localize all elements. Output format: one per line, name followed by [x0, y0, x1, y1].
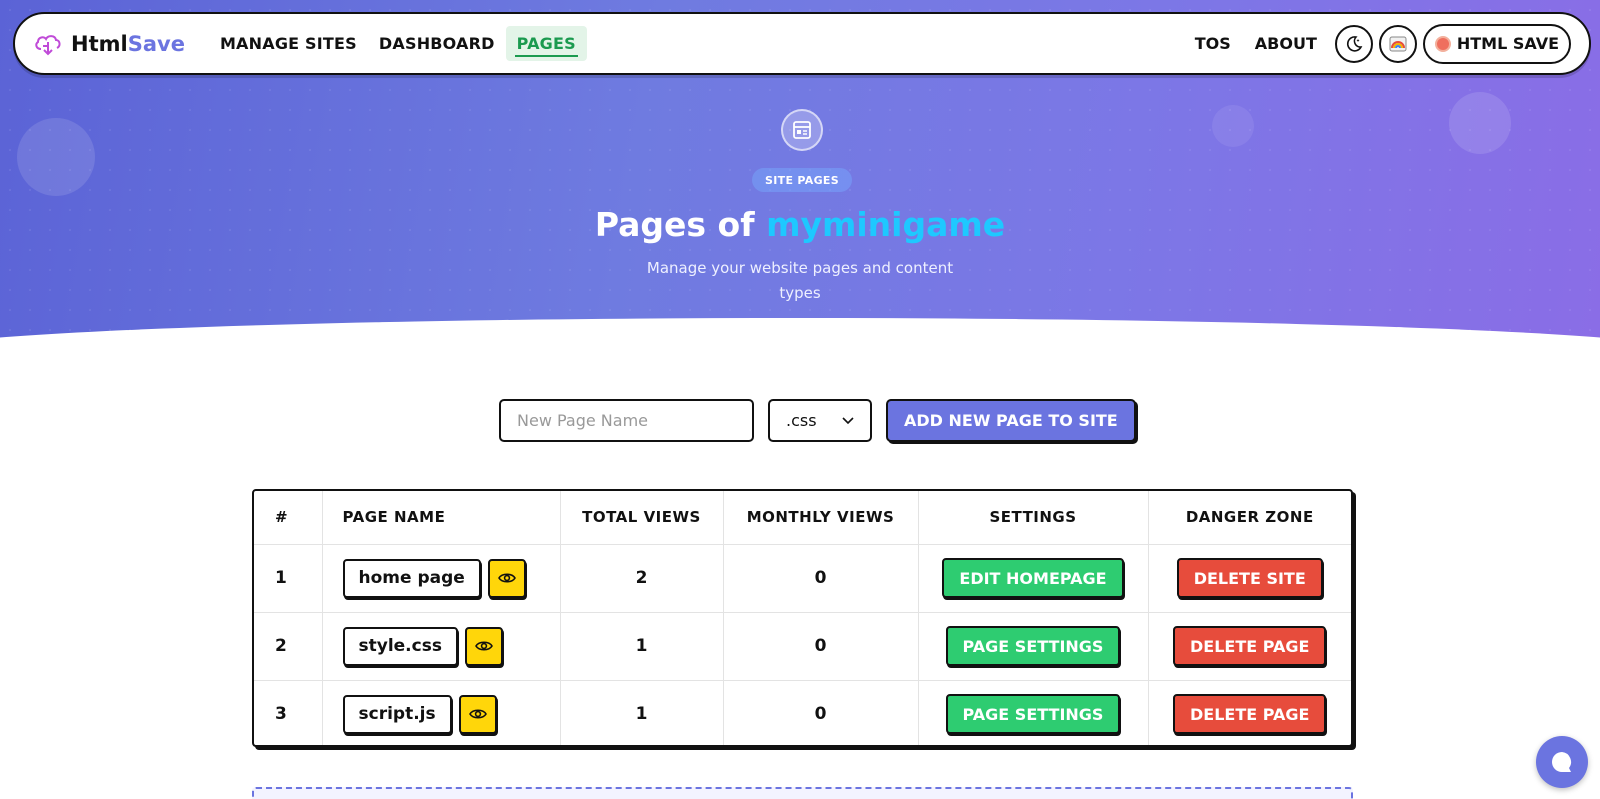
nav-tos[interactable]: TOS: [1183, 26, 1243, 61]
page-icon: [781, 109, 823, 151]
avatar: [1434, 35, 1451, 52]
row-number: 2: [254, 612, 323, 681]
cloud-icon: [33, 29, 63, 59]
table-row: 1 home page 2 0 EDIT HOMEPAGE DELETE SIT…: [254, 544, 1351, 613]
total-views: 2: [560, 544, 724, 613]
delete-page-button[interactable]: DELETE PAGE: [1173, 626, 1327, 666]
table-row: 3 script.js 1 0 PAGE SETTINGS DELETE PAG…: [254, 680, 1351, 745]
page-type-value: .css: [786, 411, 817, 430]
add-page-form: New Page Name .css ADD NEW PAGE TO SITE: [499, 399, 1136, 442]
eye-icon: [475, 641, 493, 651]
moon-icon: [1346, 35, 1363, 52]
account-button[interactable]: HTML SAVE: [1422, 23, 1571, 64]
site-pages-badge: SITE PAGES: [752, 168, 852, 192]
hero-curve: [0, 318, 1600, 350]
col-danger-zone: DANGER ZONE: [1148, 491, 1351, 545]
page-settings-button[interactable]: PAGE SETTINGS: [945, 626, 1121, 666]
decor-bubble: [1449, 92, 1511, 154]
col-page-name: PAGE NAME: [322, 491, 561, 545]
rainbow-icon: [1389, 36, 1407, 51]
decor-bubble: [17, 118, 95, 196]
view-page-button[interactable]: [458, 694, 497, 734]
monthly-views: 0: [723, 680, 919, 745]
nav-manage-sites[interactable]: MANAGE SITES: [209, 26, 368, 61]
new-page-name-input[interactable]: New Page Name: [499, 399, 754, 442]
palette-button[interactable]: [1378, 24, 1417, 63]
site-name: myminigame: [766, 205, 1006, 244]
add-page-button[interactable]: ADD NEW PAGE TO SITE: [886, 399, 1136, 442]
chat-button[interactable]: [1536, 736, 1588, 788]
table-row: 2 style.css 1 0 PAGE SETTINGS DELETE PAG…: [254, 612, 1351, 681]
col-total-views: TOTAL VIEWS: [560, 491, 724, 545]
monthly-views: 0: [723, 544, 919, 613]
monthly-views: 0: [723, 612, 919, 681]
chat-icon: [1552, 752, 1572, 772]
edit-homepage-button[interactable]: EDIT HOMEPAGE: [942, 558, 1124, 598]
delete-page-button[interactable]: DELETE PAGE: [1173, 694, 1327, 735]
theme-toggle-button[interactable]: [1334, 24, 1373, 63]
nav-pages[interactable]: PAGES: [505, 26, 587, 61]
delete-site-button[interactable]: DELETE SITE: [1176, 558, 1323, 598]
col-number: #: [254, 491, 323, 545]
eye-icon: [497, 573, 516, 583]
brand-logo[interactable]: HtmlSave: [33, 29, 185, 59]
col-settings: SETTINGS: [918, 491, 1149, 545]
page-settings-button[interactable]: PAGE SETTINGS: [945, 694, 1121, 735]
chevron-down-icon: [842, 416, 854, 424]
page-type-select[interactable]: .css: [768, 399, 872, 442]
page-name-button[interactable]: style.css: [342, 626, 458, 666]
top-navbar: HtmlSave MANAGE SITES DASHBOARD PAGES TO…: [13, 12, 1591, 75]
account-label: HTML SAVE: [1456, 34, 1559, 53]
pages-table: # PAGE NAME TOTAL VIEWS MONTHLY VIEWS SE…: [252, 489, 1353, 747]
view-page-button[interactable]: [487, 558, 526, 598]
nav-dashboard[interactable]: DASHBOARD: [368, 26, 506, 61]
col-monthly-views: MONTHLY VIEWS: [723, 491, 919, 545]
page-title: Pages of myminigame: [594, 205, 1006, 244]
table-header-row: # PAGE NAME TOTAL VIEWS MONTHLY VIEWS SE…: [254, 491, 1351, 545]
brand-name: HtmlSave: [71, 31, 185, 56]
page-name-button[interactable]: home page: [342, 558, 481, 598]
row-number: 1: [254, 544, 323, 613]
info-card: [252, 787, 1353, 799]
eye-icon: [468, 709, 487, 719]
page-subtitle: Manage your website pages and content ty…: [646, 259, 954, 302]
decor-bubble: [1212, 105, 1254, 147]
nav-about[interactable]: ABOUT: [1243, 26, 1329, 61]
total-views: 1: [560, 612, 724, 681]
total-views: 1: [560, 680, 724, 745]
row-number: 3: [254, 680, 323, 745]
view-page-button[interactable]: [464, 626, 503, 666]
page-name-button[interactable]: script.js: [342, 694, 452, 734]
